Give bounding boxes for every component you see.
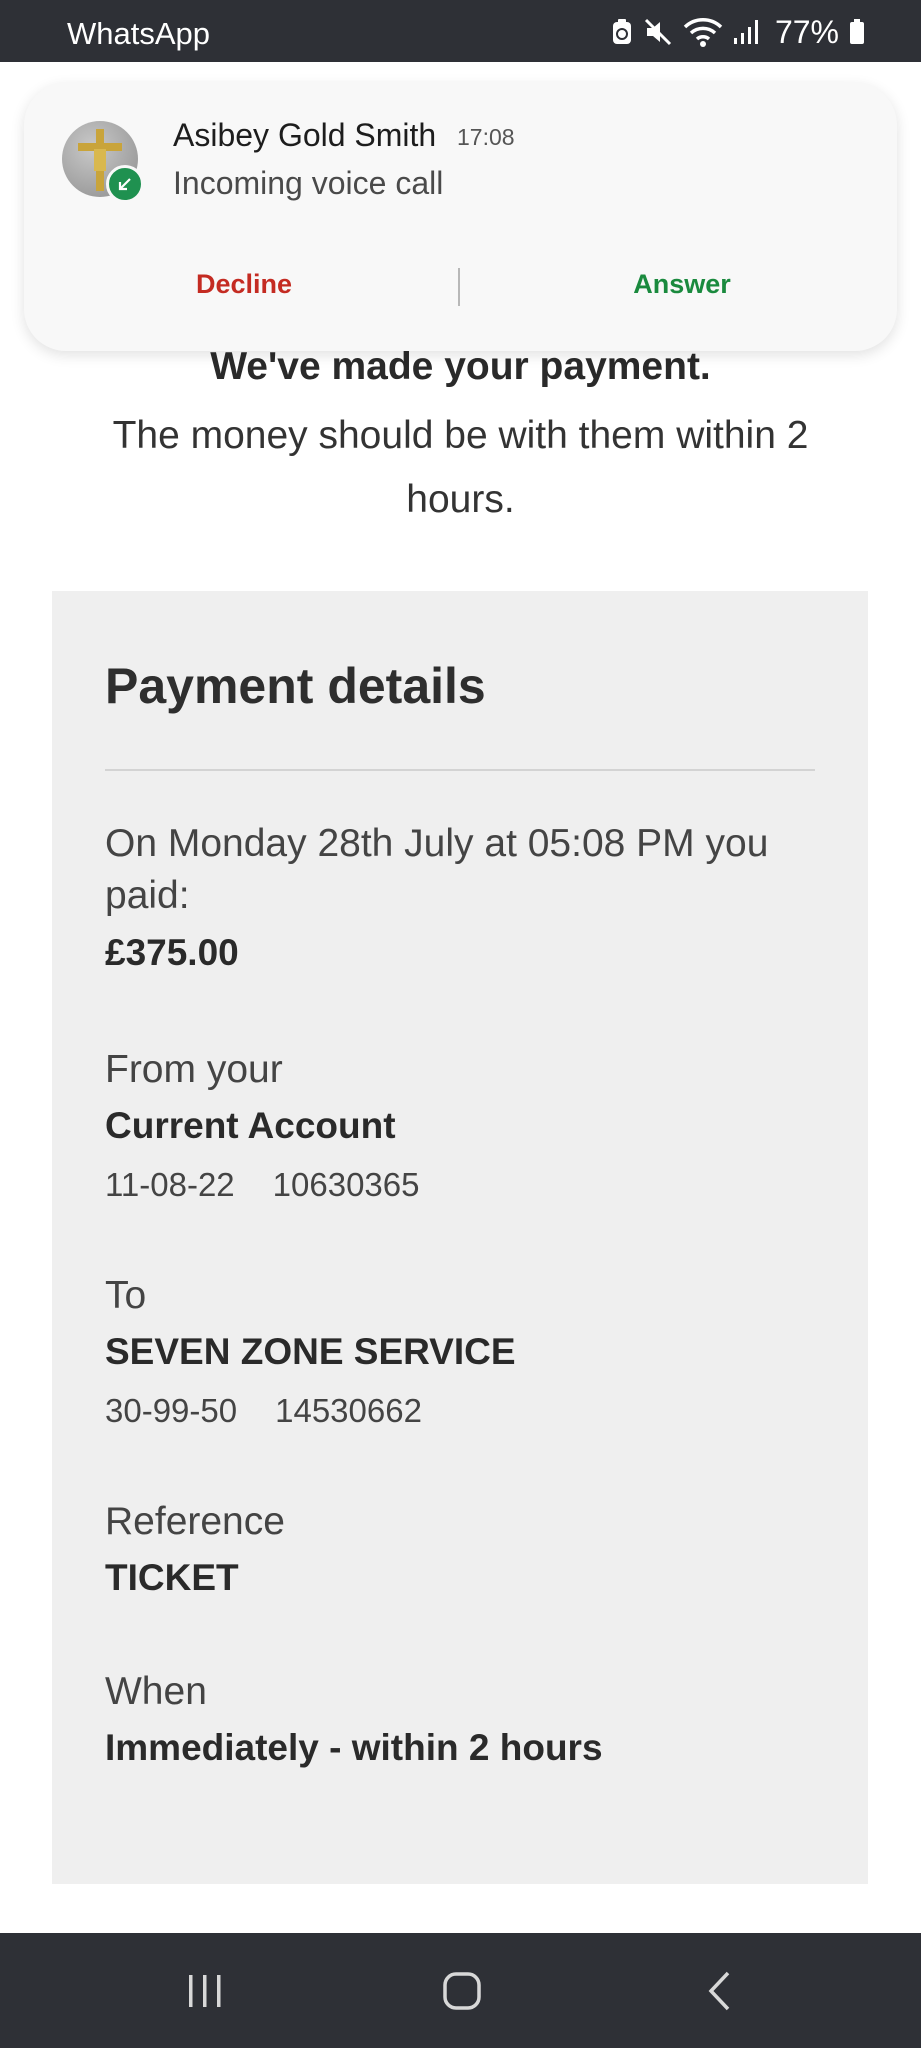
button-divider bbox=[458, 268, 460, 306]
from-account-number: 10630365 bbox=[272, 1166, 420, 1203]
payee-sort-code: 30-99-50 bbox=[105, 1392, 238, 1429]
answer-button[interactable]: Answer bbox=[572, 269, 792, 300]
status-app-name: WhatsApp bbox=[67, 16, 211, 51]
caller-name: Asibey Gold Smith bbox=[173, 117, 437, 153]
wifi-icon bbox=[683, 15, 723, 49]
to-label: To bbox=[105, 1274, 147, 1317]
from-sort-code: 11-08-22 bbox=[105, 1166, 235, 1203]
decline-button[interactable]: Decline bbox=[134, 269, 354, 300]
home-icon[interactable] bbox=[402, 1933, 522, 2048]
payment-details-heading: Payment details bbox=[105, 658, 486, 714]
confirmation-title: We've made your payment. bbox=[210, 345, 711, 388]
payment-details-panel: Payment details On Monday 28th July at 0… bbox=[52, 591, 868, 1884]
incoming-call-badge-icon bbox=[106, 165, 144, 203]
status-icons: 77% bbox=[611, 14, 865, 50]
confirmation-subtitle: The money should be with them within 2 h… bbox=[112, 414, 809, 521]
payment-amount: £375.00 bbox=[105, 932, 239, 973]
mute-icon bbox=[643, 15, 673, 49]
reference-value: TICKET bbox=[105, 1557, 239, 1598]
reference-label: Reference bbox=[105, 1500, 285, 1543]
paid-text: On Monday 28th July at 05:08 PM you paid… bbox=[105, 822, 769, 917]
when-value: Immediately - within 2 hours bbox=[105, 1727, 603, 1768]
from-account-details: 11-08-22 10630365 bbox=[105, 1166, 419, 1204]
when-label: When bbox=[105, 1670, 207, 1713]
from-label: From your bbox=[105, 1048, 283, 1091]
status-bar: WhatsApp 77% bbox=[0, 0, 921, 62]
back-icon[interactable] bbox=[660, 1933, 780, 2048]
recent-apps-icon[interactable] bbox=[145, 1933, 265, 2048]
battery-percentage: 77% bbox=[774, 14, 839, 50]
payee-account-number: 14530662 bbox=[275, 1392, 422, 1429]
call-status: Incoming voice call bbox=[173, 165, 444, 201]
navigation-bar bbox=[0, 1933, 921, 2048]
signal-icon bbox=[733, 15, 759, 49]
divider bbox=[105, 769, 815, 771]
payee-account-details: 30-99-50 14530662 bbox=[105, 1392, 422, 1430]
payee-name: SEVEN ZONE SERVICE bbox=[105, 1331, 516, 1372]
screen-recorder-icon bbox=[611, 15, 633, 49]
battery-icon bbox=[849, 15, 865, 49]
incoming-call-notification[interactable]: Asibey Gold Smith 17:08 Incoming voice c… bbox=[24, 83, 897, 351]
from-account-name: Current Account bbox=[105, 1105, 396, 1146]
call-time: 17:08 bbox=[457, 124, 515, 150]
